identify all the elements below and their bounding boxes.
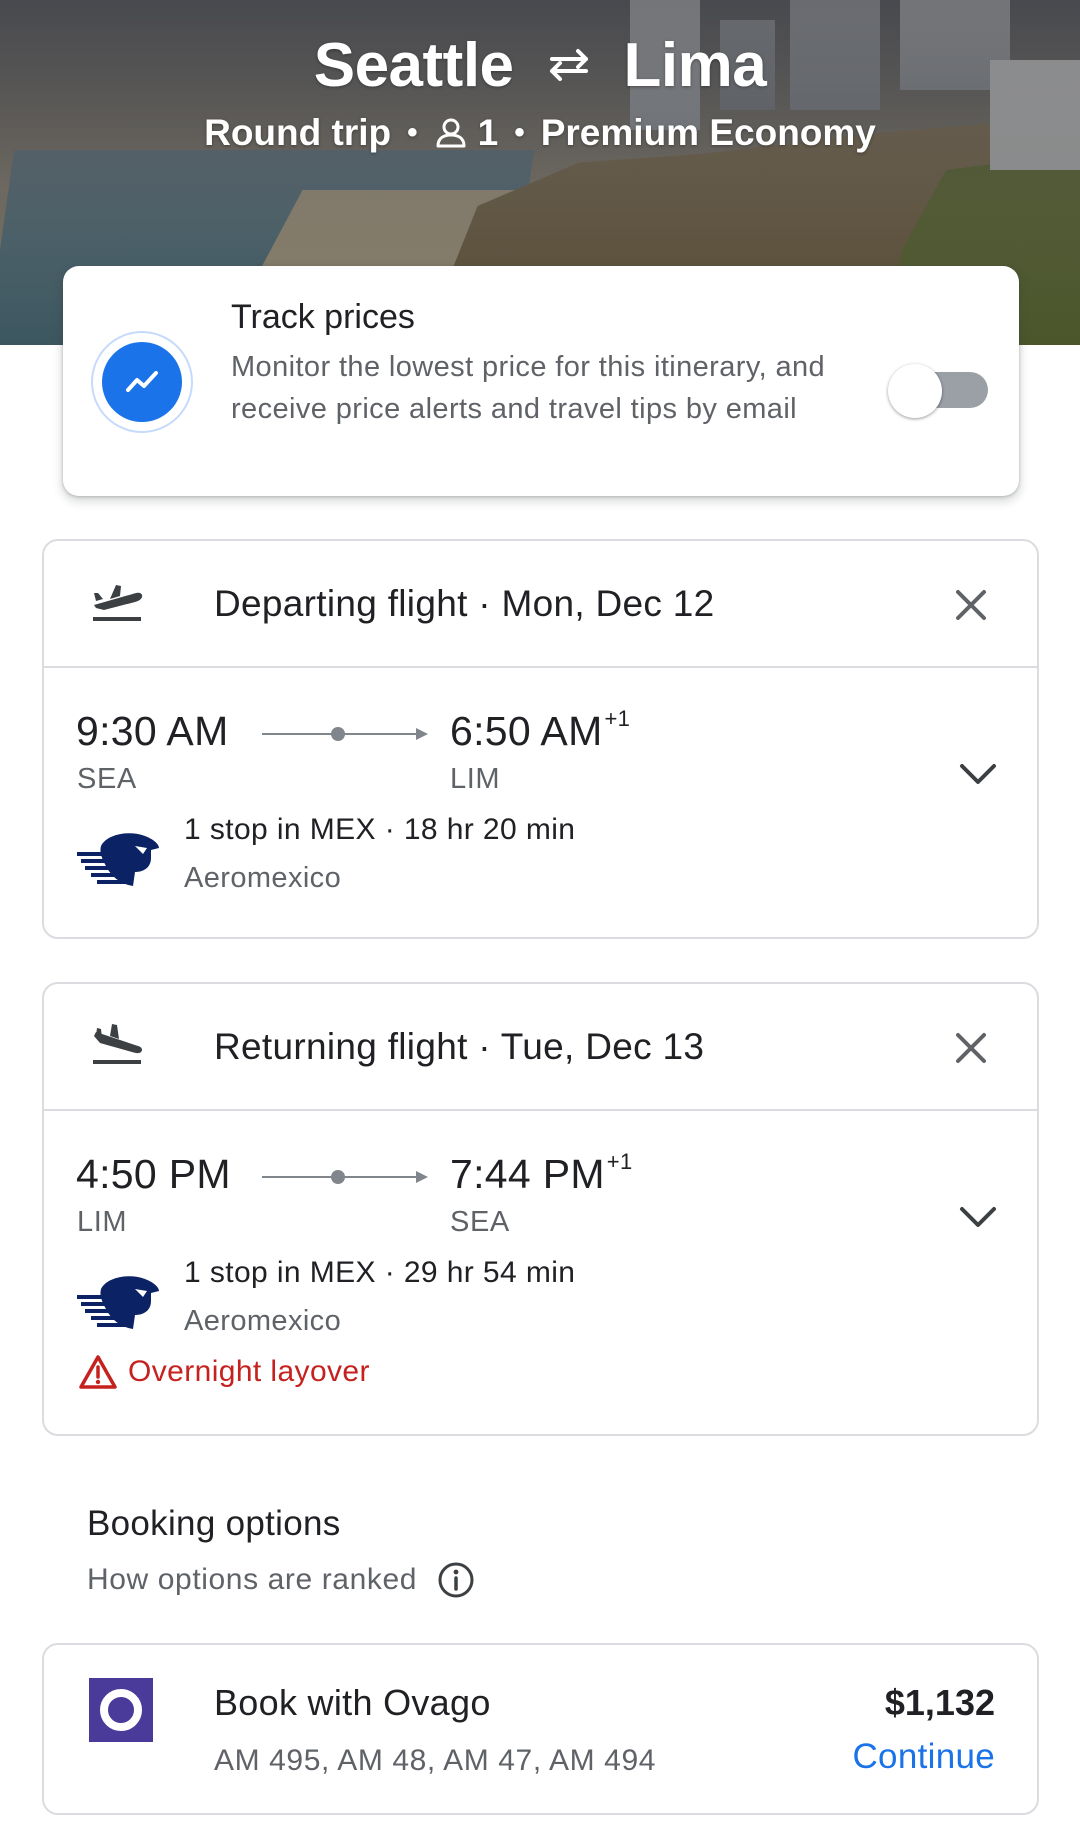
booking-flight-numbers: AM 495, AM 48, AM 47, AM 494 [214,1744,657,1777]
route-line-icon [262,727,428,741]
airline-name: Aeromexico [184,862,342,894]
arrival-time-value: 7:44 PM [450,1151,605,1197]
trending-chart-icon [102,342,182,422]
warning-text: Overnight layover [128,1355,370,1388]
takeoff-plane-icon [93,585,143,621]
booking-option-card[interactable]: Book with Ovago AM 495, AM 48, AM 47, AM… [42,1643,1039,1815]
origin-city: Seattle [313,31,514,100]
destination-city: Lima [623,31,767,100]
route-title: Seattle Lima [0,30,1080,101]
close-icon[interactable] [950,1027,992,1069]
returning-flight-card: Returning flight · Tue, Dec 13 4:50 PM 7… [42,982,1039,1436]
chevron-down-icon[interactable] [956,758,1000,788]
cabin-class: Premium Economy [540,112,876,153]
route-line-icon [262,1170,428,1184]
landing-plane-icon [93,1024,142,1064]
track-prices-card: Track prices Monitor the lowest price fo… [63,266,1019,496]
overnight-layover-warning: Overnight layover [78,1354,370,1390]
ovago-logo-icon [89,1678,153,1742]
booking-provider-name: Book with Ovago [214,1682,491,1723]
track-prices-toggle[interactable] [888,356,998,418]
stop-summary: 1 stop in MEX · 18 hr 20 min [184,813,576,846]
warning-triangle-icon [79,1355,117,1389]
toggle-thumb [888,364,942,418]
how-options-ranked-link[interactable]: How options are ranked [87,1561,475,1599]
track-prices-description: Monitor the lowest price for this itiner… [231,351,826,425]
continue-button[interactable]: Continue [852,1737,995,1777]
destination-airport-code: LIM [450,763,501,795]
booking-options-title: Booking options [87,1504,341,1543]
separator-dot: • [514,116,525,149]
ovago-logo-ring [100,1689,142,1731]
returning-flight-header: Returning flight · Tue, Dec 13 [44,984,1037,1111]
departing-flight-header: Departing flight · Mon, Dec 12 [44,541,1037,668]
ranked-label: How options are ranked [87,1563,418,1596]
close-icon[interactable] [950,584,992,626]
departure-time: 9:30 AM [76,708,229,754]
passenger-count: 1 [477,112,499,153]
track-prices-icon-badge [91,331,193,433]
destination-airport-code: SEA [450,1206,510,1238]
trip-summary: Round trip • 1 • Premium Economy [0,112,1080,154]
departing-flight-title: Departing flight · Mon, Dec 12 [214,583,715,624]
track-prices-title: Track prices [231,298,415,336]
booking-price: $1,132 [884,1682,995,1723]
day-offset: +1 [604,706,631,732]
separator-dot: • [407,116,418,149]
returning-flight-title: Returning flight · Tue, Dec 13 [214,1026,705,1067]
aeromexico-logo-icon [77,833,159,886]
day-offset: +1 [606,1149,633,1175]
info-icon[interactable] [437,1561,475,1599]
airline-name: Aeromexico [184,1305,342,1337]
chevron-down-icon[interactable] [956,1201,1000,1231]
arrival-time: 6:50 AM+1 [450,706,631,755]
departure-time: 4:50 PM [76,1151,231,1197]
person-icon [436,118,466,148]
origin-airport-code: LIM [77,1206,128,1238]
arrival-time-value: 6:50 AM [450,708,603,754]
stop-summary: 1 stop in MEX · 29 hr 54 min [184,1256,576,1289]
arrival-time: 7:44 PM+1 [450,1149,633,1198]
swap-arrows-icon [549,48,588,81]
departing-flight-card: Departing flight · Mon, Dec 12 9:30 AM 6… [42,539,1039,939]
aeromexico-logo-icon [77,1276,159,1329]
origin-airport-code: SEA [77,763,137,795]
trip-type: Round trip [204,112,392,153]
